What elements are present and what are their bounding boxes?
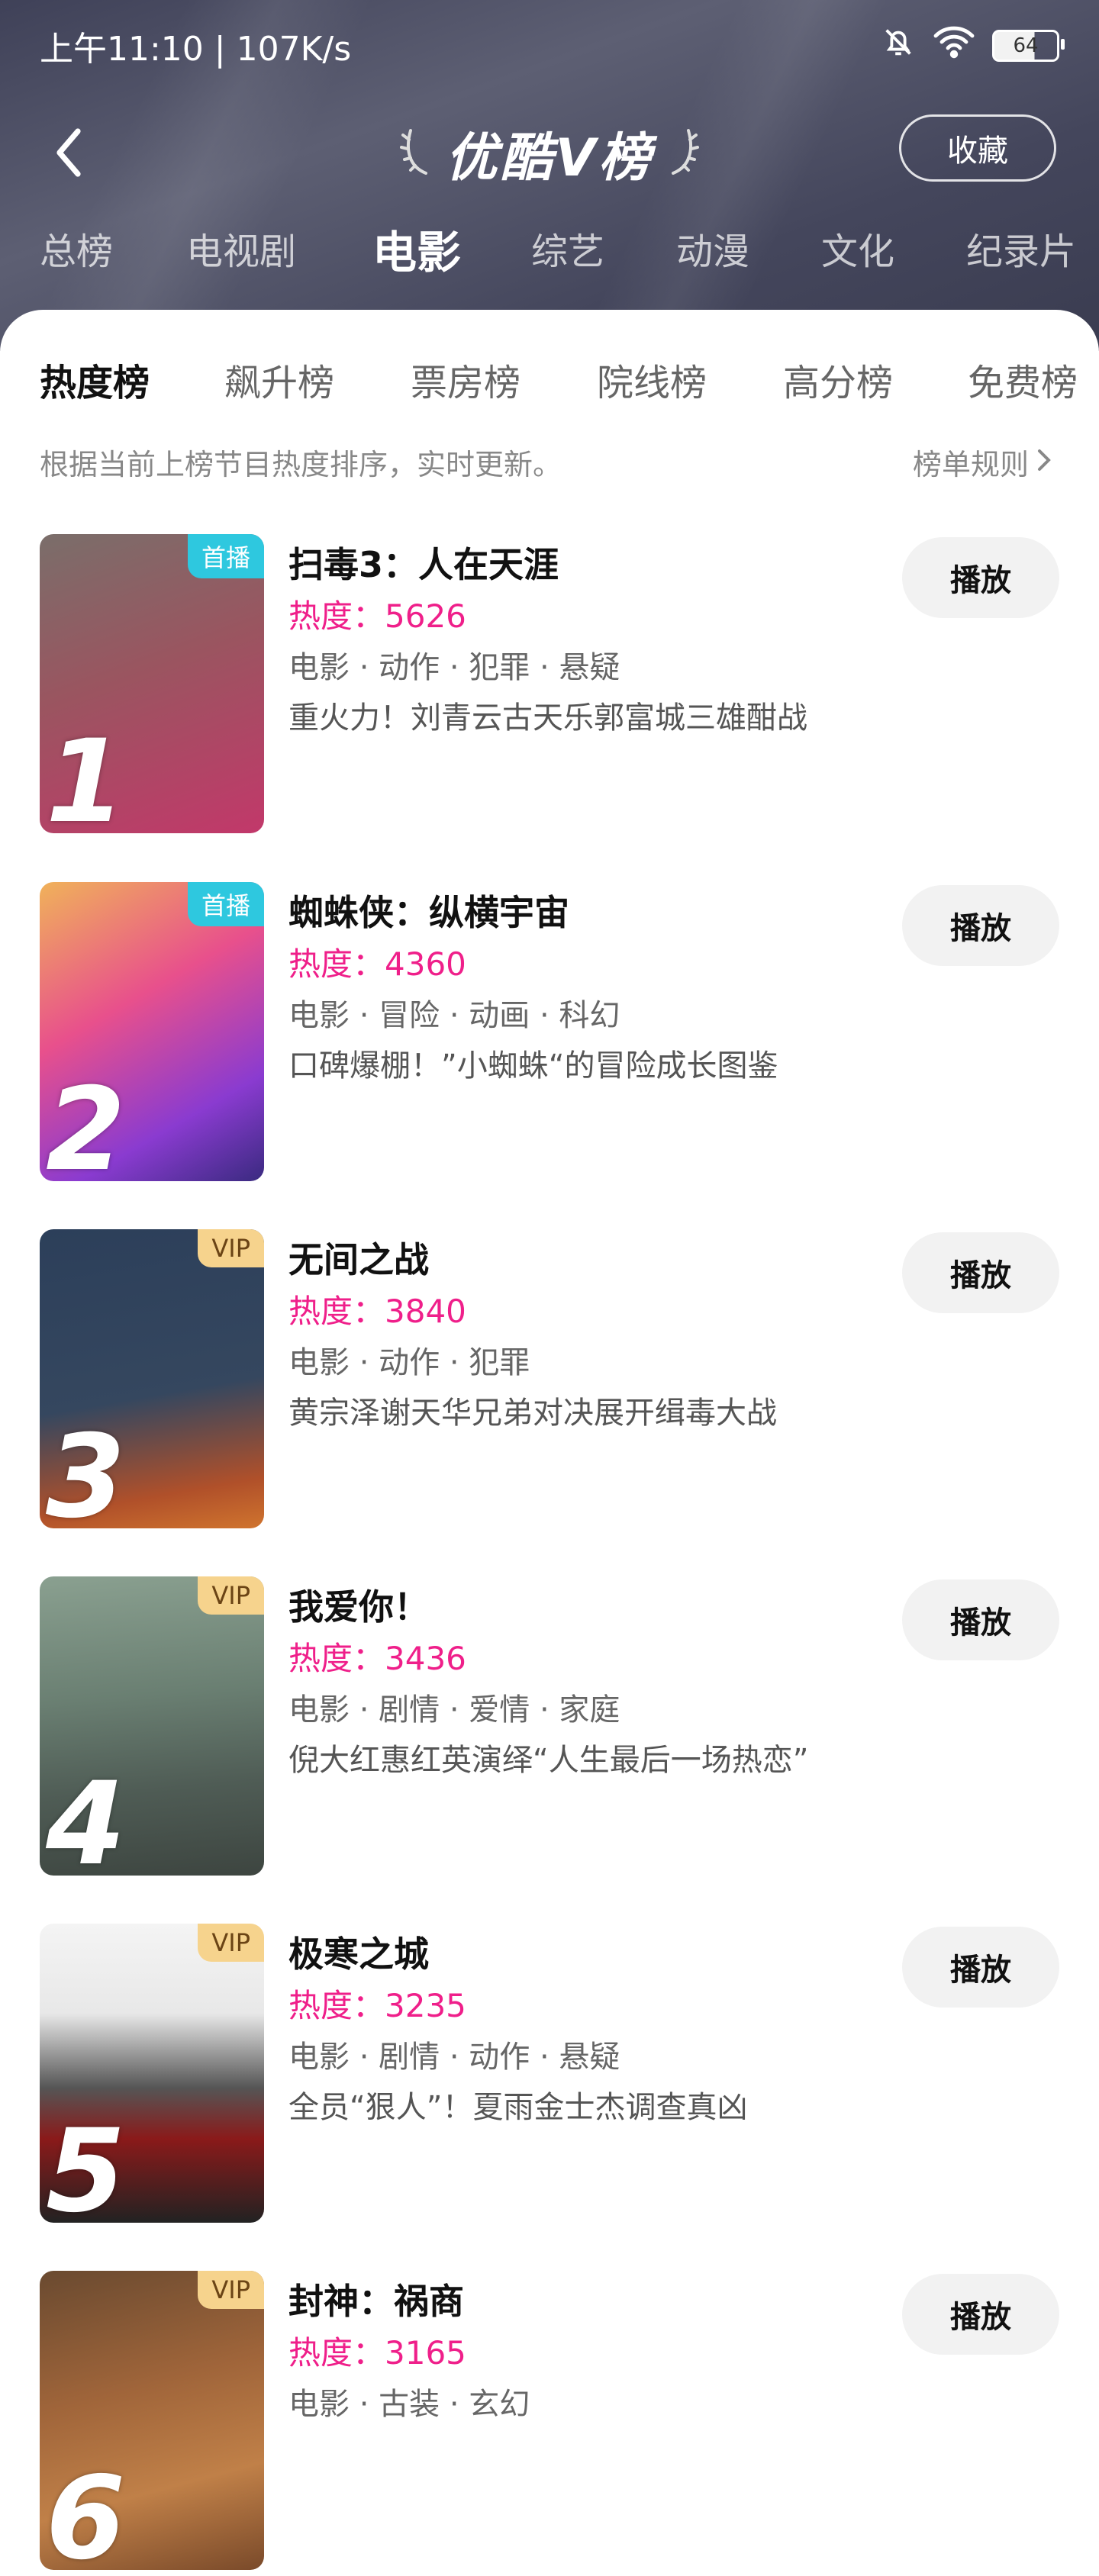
laurel-right-icon <box>667 124 701 181</box>
subtab[interactable]: 高分榜 <box>783 353 893 406</box>
item-tagline: 口碑爆棚！”小蜘蛛“的冒险成长图鉴 <box>288 1048 778 1084</box>
vip-badge: VIP <box>198 1229 264 1267</box>
item-heat: 热度：5626 <box>288 597 466 635</box>
status-badge: 首播 <box>187 882 264 926</box>
subtab[interactable]: 免费榜 <box>968 353 1078 406</box>
vip-badge: VIP <box>198 1924 264 1962</box>
subtab[interactable]: 票房榜 <box>411 353 520 406</box>
poster-image[interactable]: VIP 3 <box>40 1229 264 1528</box>
item-heat: 热度：3840 <box>288 1293 466 1330</box>
list-item[interactable]: VIP 3 无间之战 热度：3840 电影 · 动作 · 犯罪 黄宗泽谢天华兄弟… <box>40 1229 1059 1534</box>
play-button[interactable]: 播放 <box>902 1232 1059 1313</box>
laurel-left-icon <box>398 124 432 181</box>
subtab[interactable]: 院线榜 <box>597 353 707 406</box>
play-button[interactable]: 播放 <box>902 537 1059 618</box>
status-badge: 首播 <box>187 534 264 578</box>
item-tagline: 黄宗泽谢天华兄弟对决展开缉毒大战 <box>288 1396 777 1431</box>
rank-number: 1 <box>46 716 126 833</box>
category-tabs: 总榜 电视剧 电影 综艺 动漫 文化 纪录片 <box>0 221 1099 282</box>
vip-badge: VIP <box>198 2271 264 2309</box>
status-icons: 64 <box>881 24 1065 68</box>
tab-category[interactable]: 文化 <box>821 221 894 275</box>
poster-image[interactable]: VIP 5 <box>40 1924 264 2223</box>
battery-icon: 64 <box>992 30 1065 62</box>
item-title: 蜘蛛侠：纵横宇宙 <box>288 892 569 933</box>
item-title: 扫毒3：人在天涯 <box>288 544 559 585</box>
page-title: 优酷V榜 <box>445 127 654 188</box>
item-genre: 电影 · 动作 · 犯罪 <box>288 1345 530 1380</box>
status-time: 上午11:10 | 107K/s <box>40 30 352 69</box>
battery-level: 64 <box>1013 34 1039 57</box>
rank-number: 6 <box>46 2452 126 2570</box>
status-bar: 上午11:10 | 107K/s 64 <box>40 23 1065 69</box>
play-button[interactable]: 播放 <box>902 1927 1059 2008</box>
bell-muted-icon <box>881 24 916 68</box>
ranking-description: 根据当前上榜节目热度排序，实时更新。 <box>40 448 562 481</box>
rank-number: 5 <box>46 2105 126 2223</box>
chevron-right-icon <box>1036 446 1052 479</box>
list-item[interactable]: VIP 6 封神：祸商 热度：3165 电影 · 古装 · 玄幻 播放 <box>40 2271 1059 2576</box>
subtab[interactable]: 飙升榜 <box>224 353 334 406</box>
tab-category-active[interactable]: 电影 <box>372 217 461 281</box>
item-tagline: 全员“狠人”！夏雨金士杰调查真凶 <box>288 2090 748 2125</box>
rank-number: 4 <box>46 1758 126 1876</box>
rules-label: 榜单规则 <box>912 448 1029 481</box>
item-title: 我爱你！ <box>288 1586 429 1628</box>
item-heat: 热度：3165 <box>288 2334 466 2372</box>
ranking-sheet: 热度榜 飙升榜 票房榜 院线榜 高分榜 免费榜 根据当前上榜节目热度排序，实时更… <box>0 310 1099 2570</box>
play-button[interactable]: 播放 <box>902 1579 1059 1660</box>
item-genre: 电影 · 动作 · 犯罪 · 悬疑 <box>288 650 620 685</box>
item-title: 极寒之城 <box>288 1934 429 1975</box>
play-button[interactable]: 播放 <box>902 885 1059 966</box>
item-tagline: 倪大红惠红英演绎“人生最后一场热恋” <box>288 1743 809 1778</box>
rank-number: 3 <box>46 1411 126 1528</box>
poster-image[interactable]: 首播 1 <box>40 534 264 833</box>
item-genre: 电影 · 冒险 · 动画 · 科幻 <box>288 998 620 1033</box>
tab-category[interactable]: 动漫 <box>676 221 749 275</box>
wifi-icon <box>933 24 975 68</box>
tab-category[interactable]: 综艺 <box>531 221 604 275</box>
tab-category[interactable]: 电视剧 <box>186 221 296 275</box>
vip-badge: VIP <box>198 1576 264 1615</box>
item-tagline: 重火力！刘青云古天乐郭富城三雄酣战 <box>288 700 807 736</box>
list-item[interactable]: VIP 5 极寒之城 热度：3235 电影 · 剧情 · 动作 · 悬疑 全员“… <box>40 1924 1059 2229</box>
tab-category[interactable]: 总榜 <box>40 221 113 275</box>
item-title: 无间之战 <box>288 1239 429 1280</box>
play-button[interactable]: 播放 <box>902 2274 1059 2355</box>
poster-image[interactable]: VIP 4 <box>40 1576 264 1876</box>
list-item[interactable]: 首播 2 蜘蛛侠：纵横宇宙 热度：4360 电影 · 冒险 · 动画 · 科幻 … <box>40 882 1059 1187</box>
item-genre: 电影 · 剧情 · 动作 · 悬疑 <box>288 2040 620 2075</box>
item-heat: 热度：3436 <box>288 1640 466 1677</box>
item-title: 封神：祸商 <box>288 2281 464 2322</box>
poster-image[interactable]: 首播 2 <box>40 882 264 1181</box>
list-item[interactable]: 首播 1 扫毒3：人在天涯 热度：5626 电影 · 动作 · 犯罪 · 悬疑 … <box>40 534 1059 839</box>
list-item[interactable]: VIP 4 我爱你！ 热度：3436 电影 · 剧情 · 爱情 · 家庭 倪大红… <box>40 1576 1059 1882</box>
favorite-button[interactable]: 收藏 <box>899 114 1056 182</box>
subtab-active[interactable]: 热度榜 <box>40 353 150 406</box>
item-genre: 电影 · 剧情 · 爱情 · 家庭 <box>288 1692 620 1728</box>
item-genre: 电影 · 古装 · 玄幻 <box>288 2387 530 2422</box>
header: 上午11:10 | 107K/s 64 优酷V榜 收藏 总榜 电视剧 电影 综艺… <box>0 0 1099 351</box>
ranking-rules-link[interactable]: 榜单规则 <box>913 441 1052 483</box>
tab-category[interactable]: 纪录片 <box>966 221 1076 275</box>
item-heat: 热度：4360 <box>288 945 466 983</box>
item-heat: 热度：3235 <box>288 1987 466 2024</box>
rank-number: 2 <box>46 1064 126 1181</box>
poster-image[interactable]: VIP 6 <box>40 2271 264 2570</box>
